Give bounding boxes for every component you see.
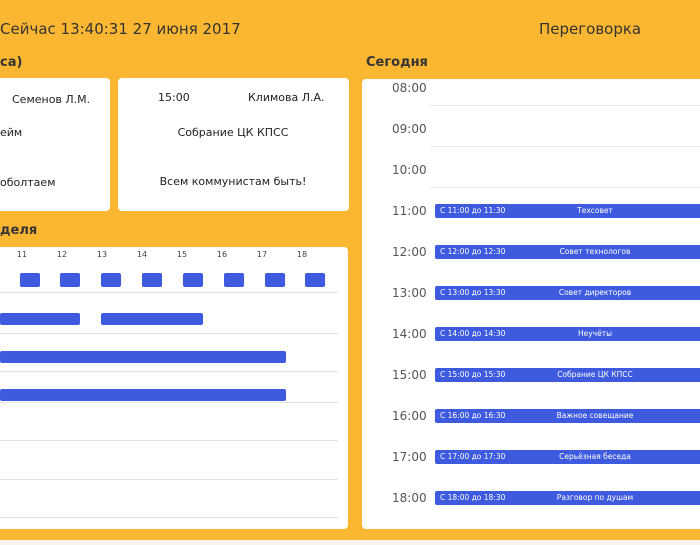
current-time: Сейчас 13:40:31 27 июня 2017 (0, 20, 241, 38)
week-event[interactable] (60, 273, 80, 287)
event-name: Неучёты (577, 329, 613, 338)
hour-label: 15:00 (392, 368, 427, 382)
card-topic: Собрание ЦК КПСС (177, 126, 289, 139)
event-name: Разговор по душам (556, 493, 634, 502)
week-row-divider (0, 479, 338, 480)
card-topic: ейм (0, 126, 23, 139)
event-name: Важное совещание (556, 411, 634, 420)
today-schedule: 08:00 09:00 10:00 11:00 12:00 13:00 14:0… (362, 79, 700, 529)
event-name: Техсовет (577, 206, 613, 215)
week-row-divider (0, 440, 338, 441)
week-event[interactable] (183, 273, 203, 287)
event-name: Совет технологов (559, 247, 631, 256)
week-hour-label: 11 (16, 250, 28, 259)
week-event[interactable] (101, 313, 203, 325)
card-note: Всем коммунистам быть! (159, 175, 307, 188)
hour-label: 08:00 (392, 81, 427, 95)
event-time: С 12:00 до 12:30 (440, 247, 506, 256)
week-hour-label: 14 (136, 250, 148, 259)
week-event[interactable] (0, 351, 286, 363)
hour-divider (430, 187, 700, 188)
week-event[interactable] (20, 273, 40, 287)
event-time: С 18:00 до 18:30 (440, 493, 506, 502)
event-bar[interactable]: С 14:00 до 14:30 Неучёты (435, 327, 700, 341)
week-event[interactable] (142, 273, 162, 287)
week-event[interactable] (0, 313, 80, 325)
card-person: Климова Л.А. (248, 91, 325, 104)
meeting-card[interactable]: 15:00 Климова Л.А. Собрание ЦК КПСС Всем… (118, 78, 349, 211)
hour-divider (430, 105, 700, 106)
week-hour-label: 13 (96, 250, 108, 259)
hour-label: 12:00 (392, 245, 427, 259)
week-event[interactable] (305, 273, 325, 287)
hour-label: 13:00 (392, 286, 427, 300)
event-time: С 13:00 до 13:30 (440, 288, 506, 297)
week-event[interactable] (0, 389, 286, 401)
event-name: Серьёзная беседа (559, 452, 631, 461)
event-name: Собрание ЦК КПСС (557, 370, 633, 379)
card-note: оболтаем (0, 176, 56, 189)
hour-divider (430, 146, 700, 147)
event-name: Совет директоров (558, 288, 632, 297)
event-bar[interactable]: С 17:00 до 17:30 Серьёзная беседа (435, 450, 700, 464)
week-section-title: деля (0, 223, 38, 238)
today-section-title: Сегодня (366, 55, 428, 70)
week-hour-label: 12 (56, 250, 68, 259)
left-section-title: са) (0, 55, 23, 70)
week-event[interactable] (265, 273, 285, 287)
week-hour-label: 15 (176, 250, 188, 259)
event-time: С 16:00 до 16:30 (440, 411, 506, 420)
card-person: Семенов Л.М. (12, 93, 91, 106)
event-bar[interactable]: С 16:00 до 16:30 Важное совещание (435, 409, 700, 423)
event-bar[interactable]: С 18:00 до 18:30 Разговор по душам (435, 491, 700, 505)
week-hour-label: 17 (256, 250, 268, 259)
hour-label: 18:00 (392, 491, 427, 505)
event-time: С 11:00 до 11:30 (440, 206, 506, 215)
card-time: 15:00 (158, 91, 190, 104)
event-time: С 15:00 до 15:30 (440, 370, 506, 379)
hour-label: 10:00 (392, 163, 427, 177)
week-hour-label: 18 (296, 250, 308, 259)
week-hour-label: 16 (216, 250, 228, 259)
hour-label: 14:00 (392, 327, 427, 341)
meeting-card[interactable]: Семенов Л.М. ейм оболтаем (0, 78, 110, 211)
event-bar[interactable]: С 11:00 до 11:30 Техсовет (435, 204, 700, 218)
week-row-divider (0, 402, 338, 403)
week-event[interactable] (101, 273, 121, 287)
week-row-divider (0, 333, 338, 334)
week-event[interactable] (224, 273, 244, 287)
event-bar[interactable]: С 15:00 до 15:30 Собрание ЦК КПСС (435, 368, 700, 382)
week-row-divider (0, 517, 338, 518)
event-bar[interactable]: С 12:00 до 12:30 Совет технологов (435, 245, 700, 259)
hour-label: 09:00 (392, 122, 427, 136)
week-row-divider (0, 292, 338, 293)
hour-label: 16:00 (392, 409, 427, 423)
room-name: Переговорка (539, 20, 642, 38)
event-time: С 17:00 до 17:30 (440, 452, 506, 461)
hour-label: 17:00 (392, 450, 427, 464)
hour-label: 11:00 (392, 204, 427, 218)
week-row-divider (0, 371, 338, 372)
event-bar[interactable]: С 13:00 до 13:30 Совет директоров (435, 286, 700, 300)
event-time: С 14:00 до 14:30 (440, 329, 506, 338)
week-schedule: 11 12 13 14 15 16 17 18 (0, 247, 348, 529)
bottom-strip (0, 540, 700, 545)
